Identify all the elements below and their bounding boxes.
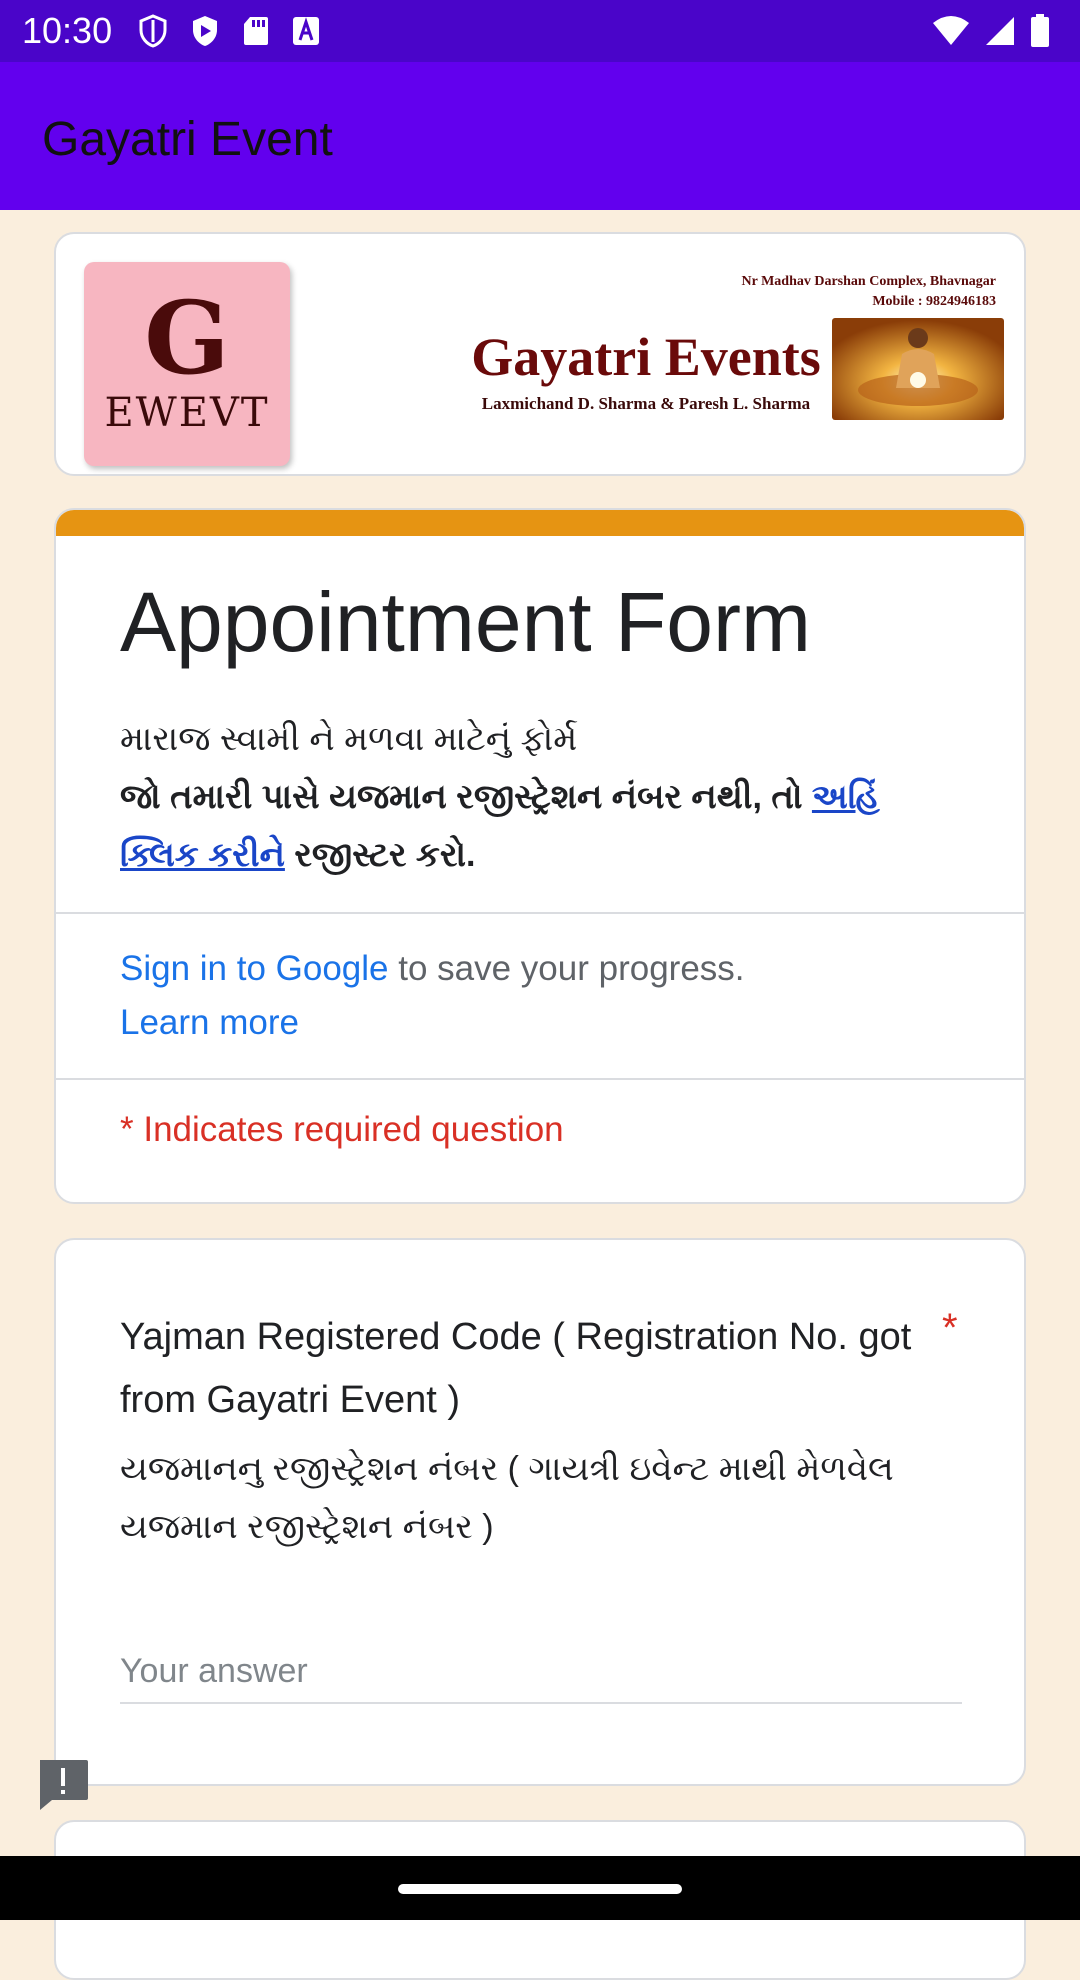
home-gesture-handle[interactable] — [398, 1884, 682, 1894]
accent-strip — [56, 510, 1024, 536]
feedback-icon — [40, 1760, 88, 1810]
form-description: મારાજ સ્વામી ને મળવા માટેનું ફોર્મ જો તમ… — [120, 710, 960, 884]
question-card: Yajman Registered Code ( Registration No… — [54, 1238, 1026, 1786]
shield-icon — [139, 14, 167, 48]
register-instruction-suffix: રજીસ્ટર કરો. — [284, 836, 476, 874]
register-instruction-prefix: જો તમારી પાસે યજમાન રજીસ્ટ્રેશન નંબર નથી… — [120, 778, 812, 816]
font-a-icon — [293, 17, 319, 45]
saint-photo — [832, 318, 1004, 420]
app-bar: Gayatri Event — [0, 62, 1080, 210]
question-title: Yajman Registered Code ( Registration No… — [120, 1316, 912, 1421]
form-description-line: મારાજ સ્વામી ને મળવા માટેનું ફોર્મ — [120, 720, 578, 758]
banner-mobile: Mobile : 9824946183 — [872, 294, 996, 309]
logo-letter: G — [144, 279, 230, 397]
form-header-card: Appointment Form મારાજ સ્વામી ને મળવા મા… — [54, 508, 1026, 1204]
divider — [56, 1078, 1024, 1080]
required-note: * Indicates required question — [120, 1110, 564, 1149]
logo-word: EWEVT — [104, 390, 270, 436]
signal-icon — [986, 17, 1014, 45]
status-notification-icons — [138, 10, 320, 52]
signin-prompt: Sign in to Google to save your progress.… — [120, 942, 745, 1050]
wifi-icon — [933, 16, 969, 45]
status-bar: 10:30 — [0, 0, 1080, 62]
app-title: Gayatri Event — [42, 113, 333, 166]
gayatri-event-logo: G EWEVT — [84, 262, 290, 466]
question-subtitle: યજમાનનુ રજીસ્ટ્રેશન નંબર ( ગાયત્રી ઇવેન્… — [120, 1450, 894, 1546]
divider — [56, 912, 1024, 914]
status-time: 10:30 — [22, 10, 113, 51]
learn-more-link[interactable]: Learn more — [120, 996, 745, 1050]
sign-in-google-link[interactable]: Sign in to Google — [120, 949, 389, 988]
answer-input[interactable] — [120, 1640, 962, 1704]
battery-icon — [1031, 14, 1049, 47]
banner-address: Nr Madhav Darshan Complex, Bhavnagar Mob… — [742, 272, 997, 312]
form-title: Appointment Form — [120, 575, 811, 669]
status-system-icons — [932, 10, 1050, 52]
register-instruction: જો તમારી પાસે યજમાન રજીસ્ટ્રેશન નંબર નથી… — [120, 768, 960, 884]
report-feedback-button[interactable] — [36, 1758, 90, 1812]
required-asterisk: * — [942, 1306, 958, 1350]
banner-owners: Laxmichand D. Sharma & Paresh L. Sharma — [481, 394, 811, 413]
banner-address-line: Nr Madhav Darshan Complex, Bhavnagar — [741, 274, 997, 289]
signin-text: to save your progress. — [388, 949, 745, 988]
sd-card-icon — [244, 17, 268, 45]
form-banner: G EWEVT Nr Madhav Darshan Complex, Bhavn… — [54, 232, 1026, 476]
navigation-bar — [0, 1856, 1080, 1920]
banner-business-name: Gayatri Events — [471, 327, 821, 387]
play-protect-icon — [193, 16, 217, 46]
